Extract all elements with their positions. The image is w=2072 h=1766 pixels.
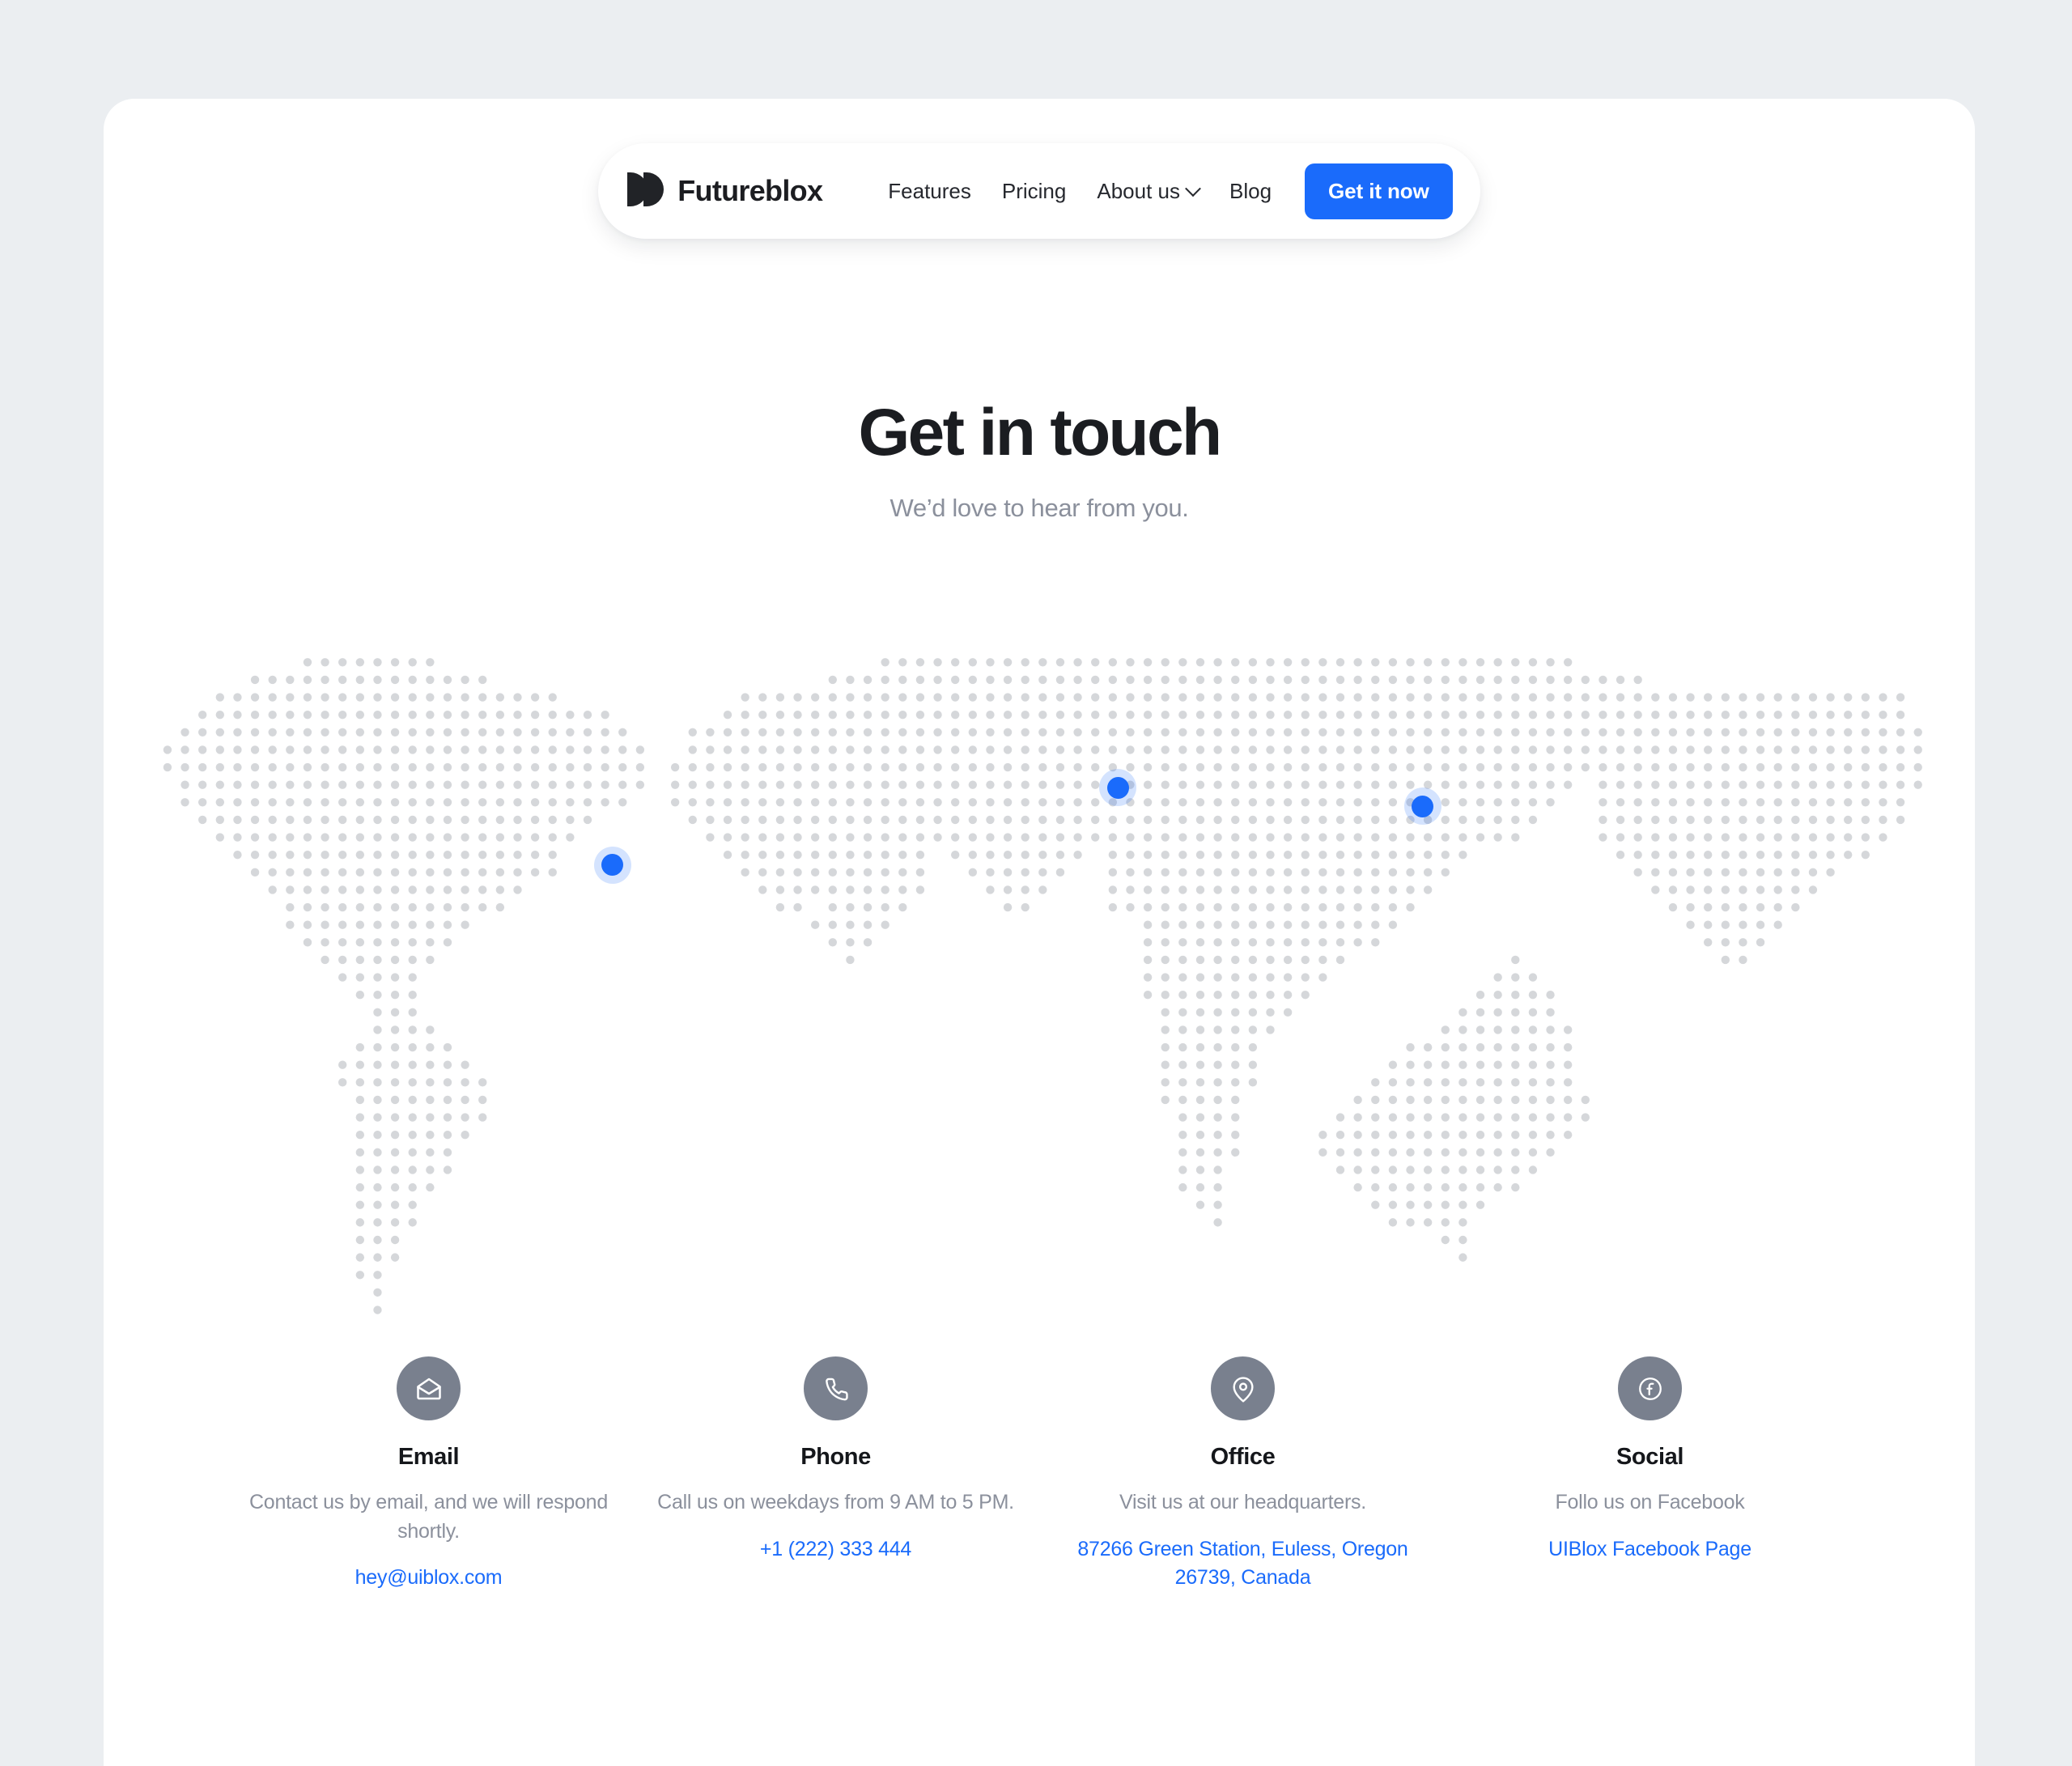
map-pin-europe[interactable] (1099, 769, 1137, 807)
nav-link-features[interactable]: Features (873, 171, 987, 212)
world-map-dots (163, 658, 1922, 1314)
hero-section: Get in touch We’d love to hear from you. (104, 396, 1975, 523)
page-subtitle: We’d love to hear from you. (890, 494, 1189, 523)
contact-description-phone: Call us on weekdays from 9 AM to 5 PM. (657, 1491, 1014, 1513)
envelope-icon (397, 1356, 461, 1420)
contact-title-phone: Phone (800, 1444, 871, 1470)
world-map (104, 638, 1975, 1390)
contact-description-social: Follo us on Facebook (1555, 1491, 1745, 1513)
contact-link-social[interactable]: UIBlox Facebook Page (1548, 1535, 1751, 1564)
contact-link-email[interactable]: hey@uiblox.com (355, 1564, 503, 1593)
futureblox-logo-icon (627, 172, 664, 210)
nav-link-about-us[interactable]: About us (1081, 171, 1214, 212)
nav-link-features-label: Features (888, 178, 971, 203)
contact-link-phone[interactable]: +1 (222) 333 444 (760, 1535, 911, 1564)
brand-name: Futureblox (677, 174, 823, 207)
nav-link-blog-label: Blog (1229, 178, 1272, 203)
contact-title-social: Social (1616, 1444, 1684, 1470)
navbar: Futureblox Features Pricing About us Blo… (598, 143, 1480, 239)
map-pin-asia[interactable] (1403, 787, 1441, 826)
brand-logo[interactable]: Futureblox (627, 172, 823, 210)
contact-title-office: Office (1210, 1444, 1276, 1470)
chevron-down-icon (1185, 180, 1201, 197)
get-it-now-button[interactable]: Get it now (1305, 163, 1453, 219)
nav-link-blog[interactable]: Blog (1214, 171, 1287, 212)
contact-column-email: Email Contact us by email, and we will r… (225, 1356, 632, 1593)
map-pin-icon (1211, 1356, 1275, 1420)
contact-grid: Email Contact us by email, and we will r… (225, 1356, 1853, 1593)
nav-link-pricing-label: Pricing (1001, 178, 1067, 203)
contact-description-office: Visit us at our headquarters. (1119, 1491, 1366, 1513)
nav-link-about-us-label: About us (1097, 178, 1180, 203)
contact-link-office[interactable]: 87266 Green Station, Euless, Oregon 2673… (1052, 1535, 1433, 1593)
navbar-container: Futureblox Features Pricing About us Blo… (104, 143, 1975, 239)
map-pin-americas[interactable] (593, 846, 631, 884)
contact-column-office: Office Visit us at our headquarters. 872… (1039, 1356, 1446, 1593)
phone-icon (804, 1356, 868, 1420)
page-card: Futureblox Features Pricing About us Blo… (104, 99, 1975, 1766)
nav-link-pricing[interactable]: Pricing (987, 171, 1081, 212)
page-title: Get in touch (858, 396, 1222, 469)
facebook-icon (1618, 1356, 1682, 1420)
contact-column-phone: Phone Call us on weekdays from 9 AM to 5… (632, 1356, 1039, 1593)
contact-title-email: Email (397, 1444, 460, 1470)
nav-links: Features Pricing About us Blog (873, 171, 1287, 212)
contact-column-social: Social Follo us on Facebook UIBlox Faceb… (1446, 1356, 1853, 1593)
contact-description-email: Contact us by email, and we will respond… (248, 1491, 608, 1543)
